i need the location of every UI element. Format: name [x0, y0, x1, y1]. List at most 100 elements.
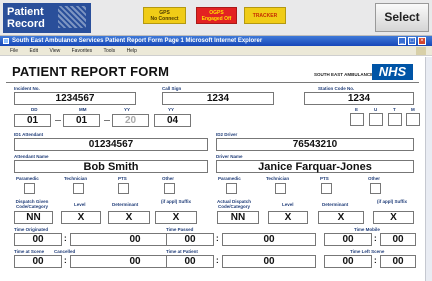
t-label: T — [393, 107, 396, 112]
time-left-scene-label: Time Left Scene — [350, 249, 385, 254]
dispatch-given-field[interactable]: NN — [14, 211, 53, 224]
time-mobile-label: Time Mobile — [354, 227, 380, 232]
ogps-subtitle: Engaged Off — [201, 16, 232, 22]
incident-no-field[interactable]: 1234567 — [14, 92, 136, 105]
vertical-scrollbar[interactable] — [425, 57, 432, 281]
driver-other-checkbox[interactable] — [370, 183, 381, 194]
day-field[interactable]: 01 — [14, 114, 51, 127]
yy-label-2: YY — [168, 107, 175, 112]
time-at-scene-label: Time at Scene — [14, 249, 45, 254]
menu-edit[interactable]: Edit — [29, 48, 38, 54]
window-title-bar: South East Ambulance Services Patient Re… — [0, 36, 432, 46]
id1-attendant-label: ID1 Attendant — [14, 132, 44, 137]
close-button[interactable]: × — [418, 37, 426, 45]
attendant-technician-checkbox[interactable] — [73, 183, 84, 194]
u-checkbox[interactable] — [369, 113, 383, 126]
time-originated-label: Time Originated — [14, 227, 49, 232]
driver-paramedic-checkbox[interactable] — [226, 183, 237, 194]
level-label: Level — [74, 202, 86, 207]
colon: : — [64, 256, 67, 265]
driver-technician-checkbox[interactable] — [275, 183, 286, 194]
level-label-2: Level — [282, 202, 294, 207]
time-at-patient-minutes[interactable]: 00 — [222, 255, 316, 268]
mm-label: MM — [79, 107, 87, 112]
tracker-button[interactable]: TRACKER — [244, 7, 286, 24]
ogps-status-button[interactable]: OGPS Engaged Off — [196, 7, 237, 24]
attendant-name-label: Attendant Name — [14, 154, 49, 159]
u-label: U — [374, 107, 378, 112]
suffix-field-2[interactable]: X — [373, 211, 414, 224]
determinant-field[interactable]: X — [108, 211, 150, 224]
time-mobile-hours[interactable]: 00 — [324, 233, 372, 246]
determinant-label: Determinant — [112, 202, 139, 207]
driver-name-field[interactable]: Janice Farquar-Jones — [216, 160, 414, 173]
call-sign-field[interactable]: 1234 — [162, 92, 274, 105]
maximize-button[interactable]: □ — [408, 37, 416, 45]
colon: : — [216, 256, 219, 265]
suffix-label-2: (if appl) Suffix — [377, 199, 407, 204]
date-separator — [104, 118, 110, 121]
driver-other-label: Other — [368, 176, 381, 181]
attendant-pts-label: PTS — [118, 176, 127, 181]
time-passed-minutes[interactable]: 00 — [222, 233, 316, 246]
e-checkbox[interactable] — [350, 113, 364, 126]
menu-file[interactable]: File — [10, 48, 18, 54]
select-button[interactable]: Select — [375, 3, 429, 32]
yy-label-1: YY — [124, 107, 131, 112]
windows-logo-icon — [416, 47, 426, 55]
dd-label: DD — [31, 107, 38, 112]
attendant-paramedic-label: Paramedic — [16, 176, 39, 181]
call-sign-label: Call Sign — [162, 86, 182, 91]
m-checkbox[interactable] — [406, 113, 420, 126]
attendant-paramedic-checkbox[interactable] — [24, 183, 35, 194]
station-code-field[interactable]: 1234 — [304, 92, 414, 105]
year-field[interactable]: 04 — [154, 114, 191, 127]
actual-dispatch-field[interactable]: NN — [217, 211, 259, 224]
id2-driver-field[interactable]: 76543210 — [216, 138, 414, 151]
driver-pts-checkbox[interactable] — [321, 183, 332, 194]
attendant-pts-checkbox[interactable] — [118, 183, 129, 194]
time-passed-hours[interactable]: 00 — [166, 233, 214, 246]
id1-attendant-field[interactable]: 01234567 — [14, 138, 208, 151]
level-field-2[interactable]: X — [268, 211, 308, 224]
menu-view[interactable]: View — [49, 48, 60, 54]
nhs-logo: NHS — [372, 64, 413, 80]
level-field[interactable]: X — [61, 211, 101, 224]
time-originated-hours[interactable]: 00 — [14, 233, 62, 246]
year-century-field[interactable]: 20 — [112, 114, 149, 127]
id2-driver-label: ID2 Driver — [216, 132, 238, 137]
suffix-field[interactable]: X — [155, 211, 197, 224]
brand-logo-icon — [58, 6, 86, 28]
m-label: M — [411, 107, 415, 112]
driver-pts-label: PTS — [320, 176, 329, 181]
colon: : — [374, 234, 377, 243]
attendant-other-checkbox[interactable] — [164, 183, 175, 194]
menu-help[interactable]: Help — [127, 48, 137, 54]
driver-technician-label: Technician — [266, 176, 290, 181]
time-at-scene-hours[interactable]: 00 — [14, 255, 62, 268]
time-left-scene-minutes[interactable]: 00 — [380, 255, 416, 268]
colon: : — [216, 234, 219, 243]
menu-favorites[interactable]: Favorites — [72, 48, 93, 54]
gps-status-button[interactable]: GPS No Connect — [143, 7, 186, 24]
determinant-field-2[interactable]: X — [318, 211, 364, 224]
menu-tools[interactable]: Tools — [103, 48, 115, 54]
t-checkbox[interactable] — [388, 113, 402, 126]
date-separator — [55, 118, 61, 121]
e-label: E — [355, 107, 359, 112]
suffix-label: (if appl) Suffix — [161, 199, 191, 204]
page-title: PATIENT REPORT FORM — [12, 64, 170, 79]
time-mobile-minutes[interactable]: 00 — [380, 233, 416, 246]
attendant-technician-label: Technician — [64, 176, 88, 181]
attendant-other-label: Other — [162, 176, 175, 181]
attendant-name-field[interactable]: Bob Smith — [14, 160, 208, 173]
time-left-scene-hours[interactable]: 00 — [324, 255, 372, 268]
minimize-button[interactable]: _ — [398, 37, 406, 45]
colon: : — [64, 234, 67, 243]
time-at-patient-hours[interactable]: 00 — [166, 255, 214, 268]
ie-icon — [3, 38, 9, 44]
month-field[interactable]: 01 — [63, 114, 100, 127]
incident-no-label: Incident No. — [14, 86, 40, 91]
determinant-label-2: Determinant — [322, 202, 349, 207]
actual-dispatch-label: Actual Dispatch Code/Category — [216, 199, 251, 209]
